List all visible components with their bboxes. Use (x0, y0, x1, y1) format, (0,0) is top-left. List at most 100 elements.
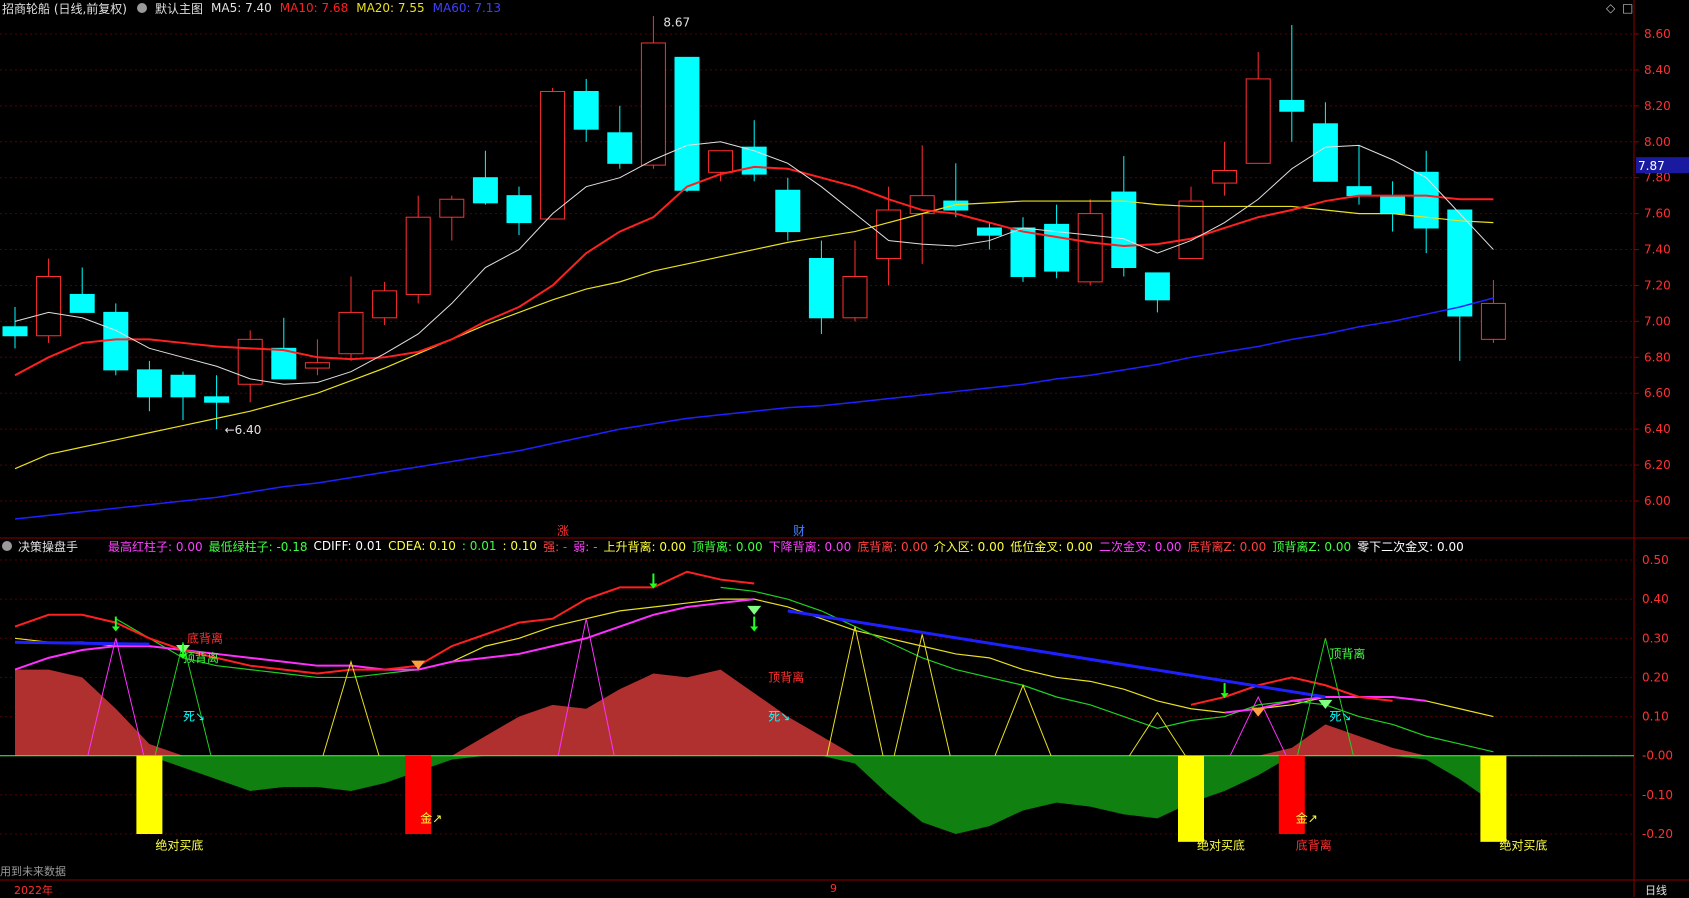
annotation-dingbeili: 顶背离 (183, 650, 219, 665)
indicator-value-15: 底背离Z: 0.00 (1187, 539, 1267, 554)
indicator-toggle-icon[interactable] (2, 541, 12, 551)
cdiff-line (720, 586, 1494, 753)
ind-axis-label: 0.30 (1642, 631, 1669, 645)
candle-body (1279, 99, 1305, 112)
candle-body (170, 374, 196, 398)
candle-body (808, 258, 834, 319)
indicator-value-6: 强: - (543, 539, 568, 554)
signal-bar (136, 755, 163, 834)
tag-cai: 财 (793, 524, 805, 538)
indicator-value-5: : 0.10 (502, 539, 538, 553)
candle-body (439, 198, 465, 218)
low-price-label: ←6.40 (225, 423, 262, 437)
ind-axis-label: 0.40 (1642, 592, 1669, 606)
ma20-label: MA20: 7.55 (356, 1, 425, 15)
candle-body (36, 275, 62, 337)
candle-body (674, 56, 700, 191)
ind-axis-label: 0.20 (1642, 670, 1669, 684)
indicator-value-17: 零下二次金叉: 0.00 (1357, 539, 1464, 554)
ind-axis-label: 0.10 (1642, 710, 1669, 724)
price-axis-label: 8.40 (1644, 63, 1671, 77)
signal-spike (1229, 695, 1287, 756)
candle-body (1380, 195, 1406, 215)
price-axis-label: 8.60 (1644, 27, 1671, 41)
price-axis-label: 7.60 (1644, 207, 1671, 221)
candle-body (1447, 209, 1473, 317)
indicator-value-16: 顶背离Z: 0.00 (1272, 539, 1352, 554)
candle-body (506, 195, 532, 224)
price-axis-label: 7.40 (1644, 243, 1671, 257)
current-price-label: 7.87 (1638, 159, 1665, 173)
tag-zhang: 涨 (557, 523, 569, 538)
indicator-value-1: 最低绿柱子: -0.18 (208, 539, 308, 554)
signal-spike (994, 683, 1052, 756)
indicator-name[interactable]: 决策操盘手 (18, 538, 78, 555)
diamond-marker (1251, 707, 1266, 717)
price-axis-label: 7.20 (1644, 278, 1671, 292)
candle-body (1077, 213, 1103, 283)
signal-spike (826, 626, 884, 756)
candle-body (1212, 170, 1238, 184)
candle-body (237, 338, 263, 385)
chart-toggle-icon[interactable] (137, 3, 147, 13)
ind-axis-label: -0.00 (1642, 749, 1673, 763)
candle-body (1413, 171, 1439, 229)
candle-body (1144, 272, 1170, 301)
annotation-dingbeili: 顶背离 (1329, 646, 1365, 661)
future-data-note: 用到未来数据 (0, 865, 66, 878)
date-marker: 9 (830, 882, 837, 895)
annotation-dingbeili: 顶背离 (768, 669, 804, 684)
candle-body (1346, 186, 1372, 197)
candle-body (204, 396, 230, 403)
price-axis-label: 6.20 (1644, 458, 1671, 472)
main-chart-header: 招商轮船 (日线,前复权) 默认主图 MA5: 7.40 MA10: 7.68 … (0, 0, 509, 16)
down-arrow-icon (750, 626, 759, 632)
annotation-si: 死↘ (768, 710, 790, 724)
candle-body (842, 275, 868, 319)
candle-body (976, 227, 1002, 236)
chart-canvas[interactable]: 8.608.408.208.007.807.607.407.207.006.80… (0, 0, 1689, 897)
signal-bar (1178, 755, 1204, 842)
annotation-juedui: 绝对买底 (1197, 838, 1245, 853)
period-label[interactable]: 日线 (1645, 882, 1667, 898)
annotation-si: 死↘ (1329, 710, 1351, 724)
ma60-label: MA60: 7.13 (432, 1, 502, 15)
candle-body (540, 90, 566, 220)
candle-body (775, 189, 801, 233)
candle-body (1178, 200, 1204, 260)
indicator-value-2: CDIFF: 0.01 (313, 539, 383, 553)
indicator-value-3: CDEA: 0.10 (388, 539, 456, 553)
annotation-dibeili: 底背离 (187, 630, 223, 645)
restore-icon: □ (1622, 1, 1633, 15)
candle-body (304, 362, 330, 369)
price-axis-label: 7.00 (1644, 314, 1671, 328)
ma60-line (14, 297, 1494, 520)
down-arrow-icon (111, 626, 120, 632)
annotation-juedui: 绝对买底 (155, 838, 203, 853)
indicator-value-10: 下降背离: 0.00 (768, 539, 852, 554)
candle-body (1111, 191, 1137, 268)
annotation-si: 死↘ (183, 710, 205, 724)
main-chart-name[interactable]: 默认主图 (155, 0, 203, 17)
candle-body (1245, 78, 1271, 164)
indicator-value-9: 顶背离: 0.00 (692, 539, 763, 554)
annotation-dibeili: 底背离 (1296, 838, 1332, 853)
diamond-icon: ◇ (1606, 1, 1616, 15)
stock-title: 招商轮船 (日线,前复权) (2, 1, 127, 16)
candle-body (69, 293, 95, 313)
indicator-header: 决策操盘手 最高红柱子: 0.00 最低绿柱子: -0.18 CDIFF: 0.01… (0, 538, 1470, 554)
candle-body (2, 326, 28, 337)
price-axis-label: 6.40 (1644, 422, 1671, 436)
candle-body (640, 42, 666, 166)
price-axis-label: 6.60 (1644, 386, 1671, 400)
blue-trend-line (14, 640, 150, 646)
blue-trend-line (787, 609, 1326, 699)
candle-body (573, 90, 599, 130)
candle-body (338, 311, 364, 355)
candle-body (372, 290, 398, 319)
ind-axis-label: 0.50 (1642, 553, 1669, 567)
ma5-label: MA5: 7.40 (211, 1, 272, 15)
indicator-value-12: 介入区: 0.00 (933, 539, 1005, 554)
price-axis-label: 8.20 (1644, 99, 1671, 113)
year-label: 2022年 (14, 884, 53, 897)
